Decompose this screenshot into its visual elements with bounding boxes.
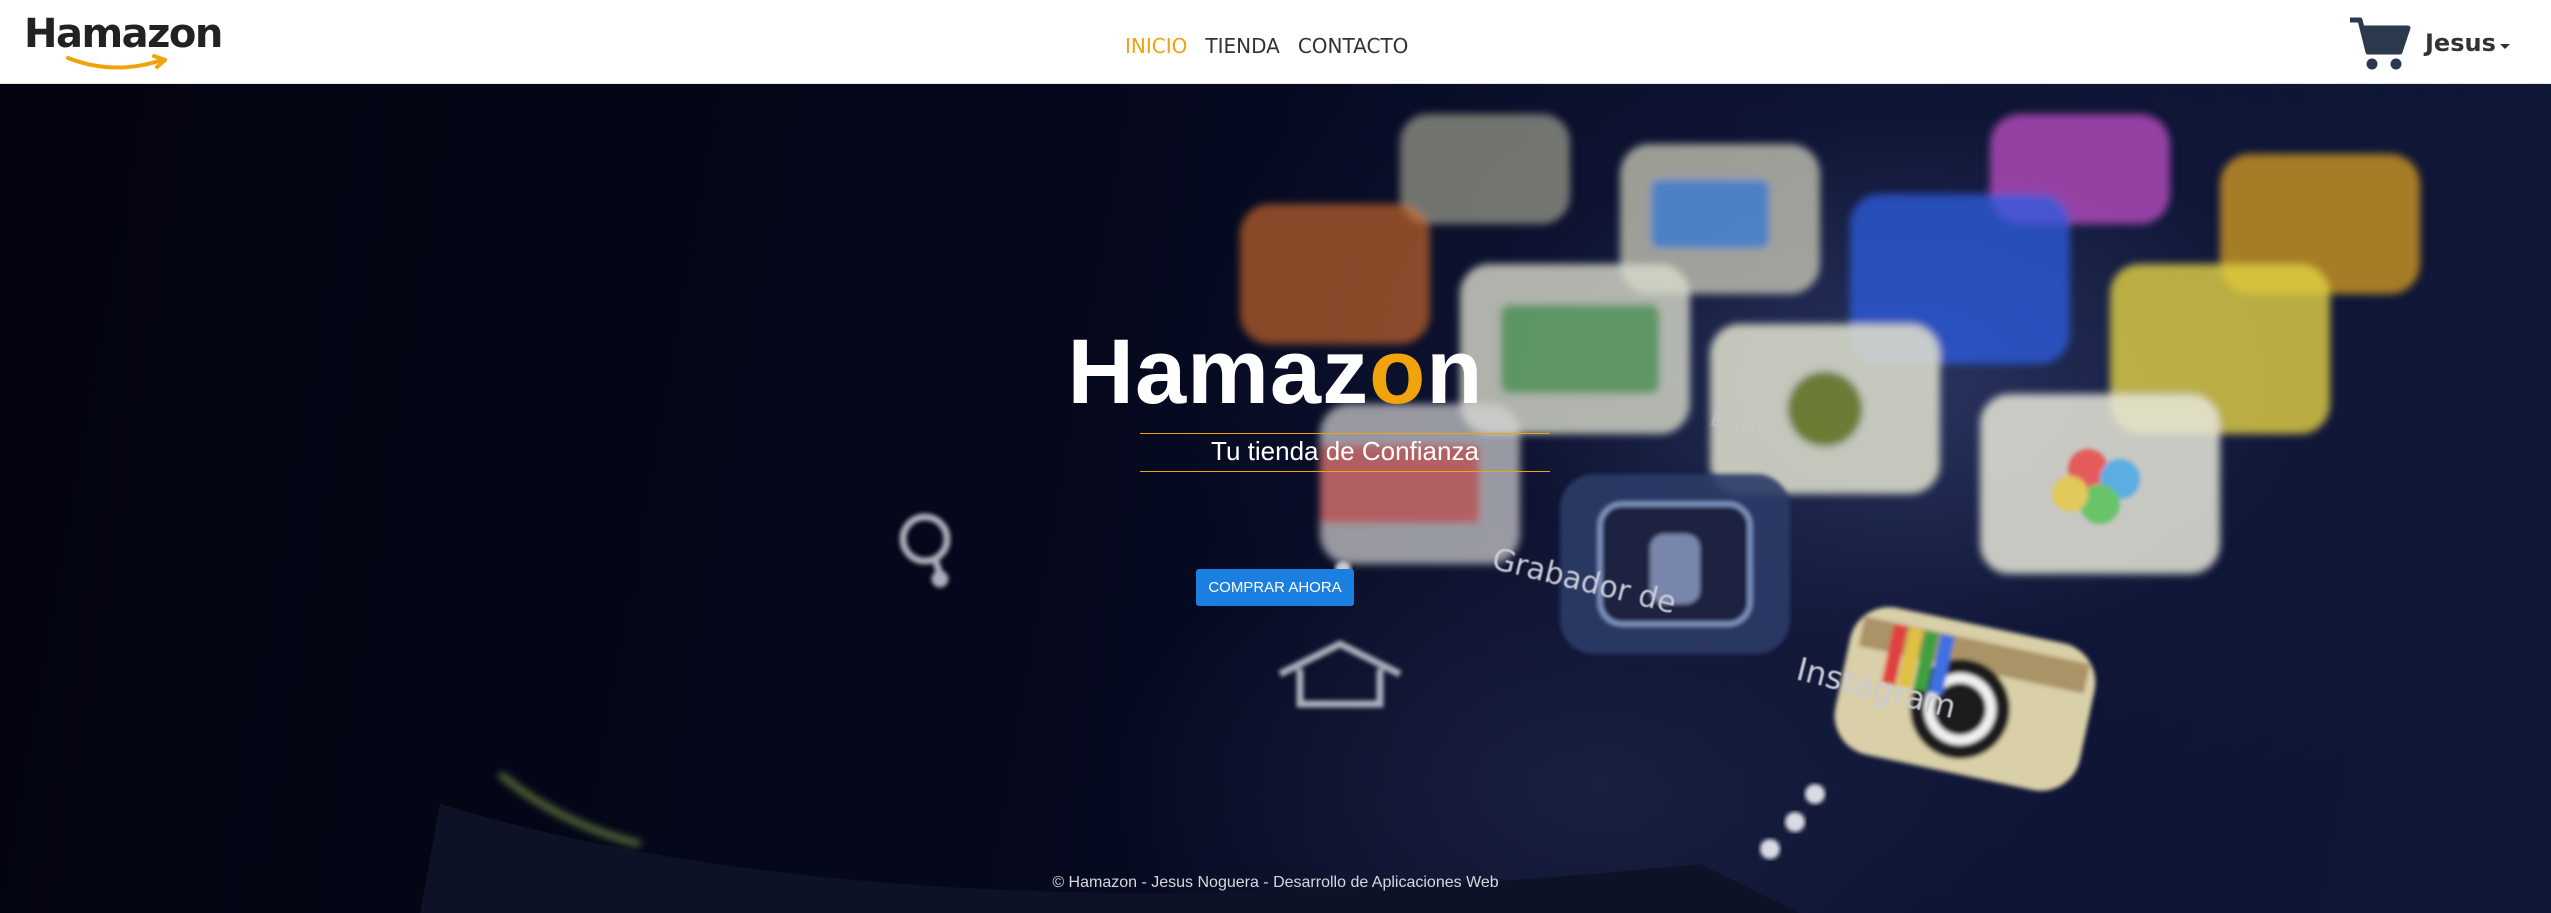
caret-down-icon: [2499, 43, 2510, 49]
main-nav: INICIO TIENDA CONTACTO: [1125, 30, 1408, 62]
hamazon-logo[interactable]: Hamazon: [24, 10, 223, 70]
nav-link-contacto[interactable]: CONTACTO: [1298, 34, 1409, 58]
nav-link-tienda[interactable]: TIENDA: [1205, 34, 1279, 58]
hero-title-part1: Hamaz: [1067, 321, 1370, 423]
hero-background-image: [420, 114, 2420, 913]
footer-copyright: © Hamazon - Jesus Noguera - Desarrollo d…: [1052, 874, 1499, 891]
nav-link-inicio[interactable]: INICIO: [1125, 34, 1187, 58]
comprar-ahora-button[interactable]: COMPRAR AHORA: [1196, 569, 1354, 606]
shopping-cart-icon[interactable]: [2348, 14, 2412, 72]
top-navbar: Hamazon INICIO TIENDA CONTACTO Jesus: [0, 0, 2551, 84]
hero-title: Hamazon: [0, 322, 2551, 422]
smile-arrow-icon: [66, 54, 167, 70]
logo-text: Hamazon: [24, 11, 223, 57]
hero-section: Grabador de Instagram Fotos E-mail Hamaz…: [0, 84, 2551, 913]
user-name: Jesus: [2425, 29, 2496, 57]
hero-subtitle: Tu tienda de Confianza: [1140, 433, 1550, 472]
hero-title-part2: n: [1426, 321, 1484, 423]
hero-title-accent: o: [1369, 321, 1427, 423]
user-dropdown[interactable]: Jesus: [2425, 26, 2510, 60]
